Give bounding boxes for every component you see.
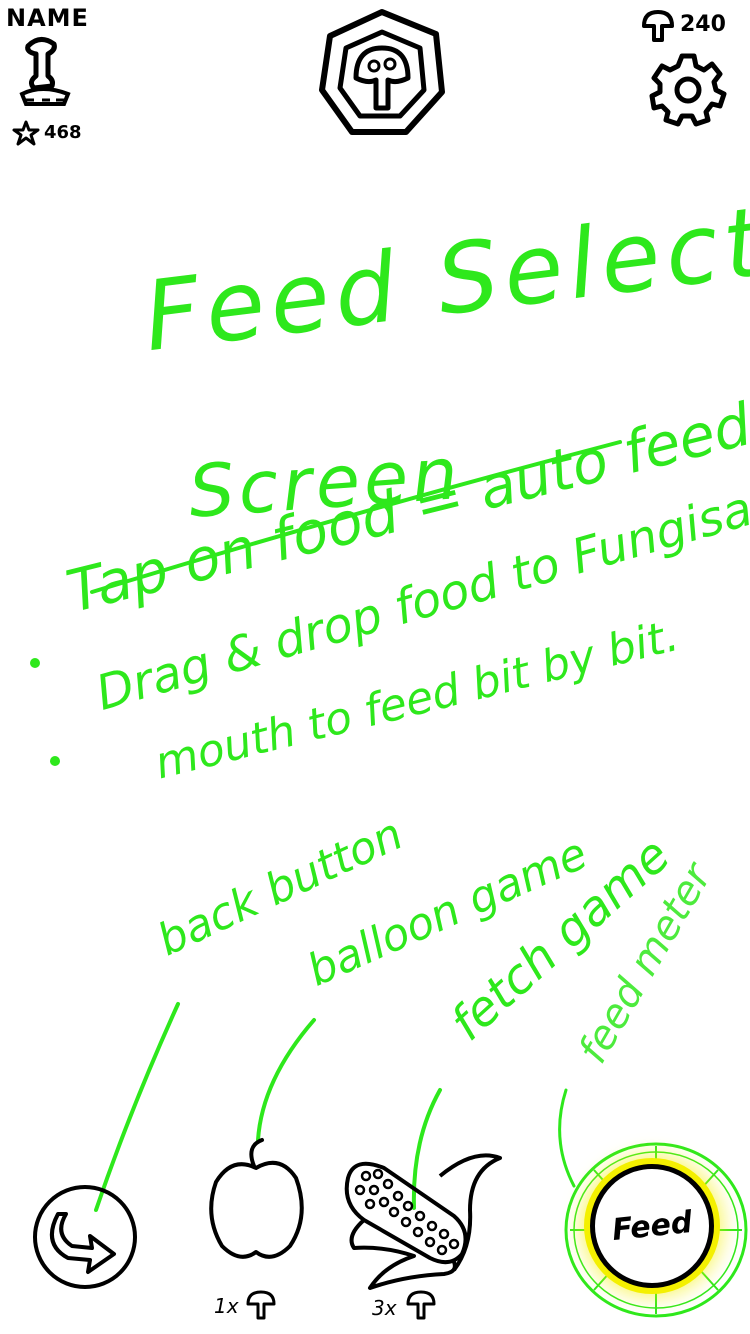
mushroom-icon	[244, 1290, 278, 1320]
corn-icon	[344, 1153, 502, 1290]
feed-button[interactable]: Feed	[590, 1164, 714, 1288]
mushroom-icon	[404, 1290, 438, 1320]
apple-cost-label: 1x	[214, 1294, 239, 1318]
apple-food-item[interactable]	[206, 1136, 306, 1288]
pointer-back	[94, 1002, 180, 1212]
back-arrow-icon	[49, 1212, 116, 1274]
corn-food-item[interactable]	[344, 1150, 504, 1292]
apple-icon	[209, 1138, 304, 1259]
back-button[interactable]	[32, 1184, 138, 1290]
annotation-pointer-lines	[94, 1002, 576, 1212]
corn-cost-label: 3x	[372, 1296, 397, 1320]
pointer-balloon	[256, 1018, 316, 1142]
feed-button-label: Feed	[610, 1204, 694, 1248]
